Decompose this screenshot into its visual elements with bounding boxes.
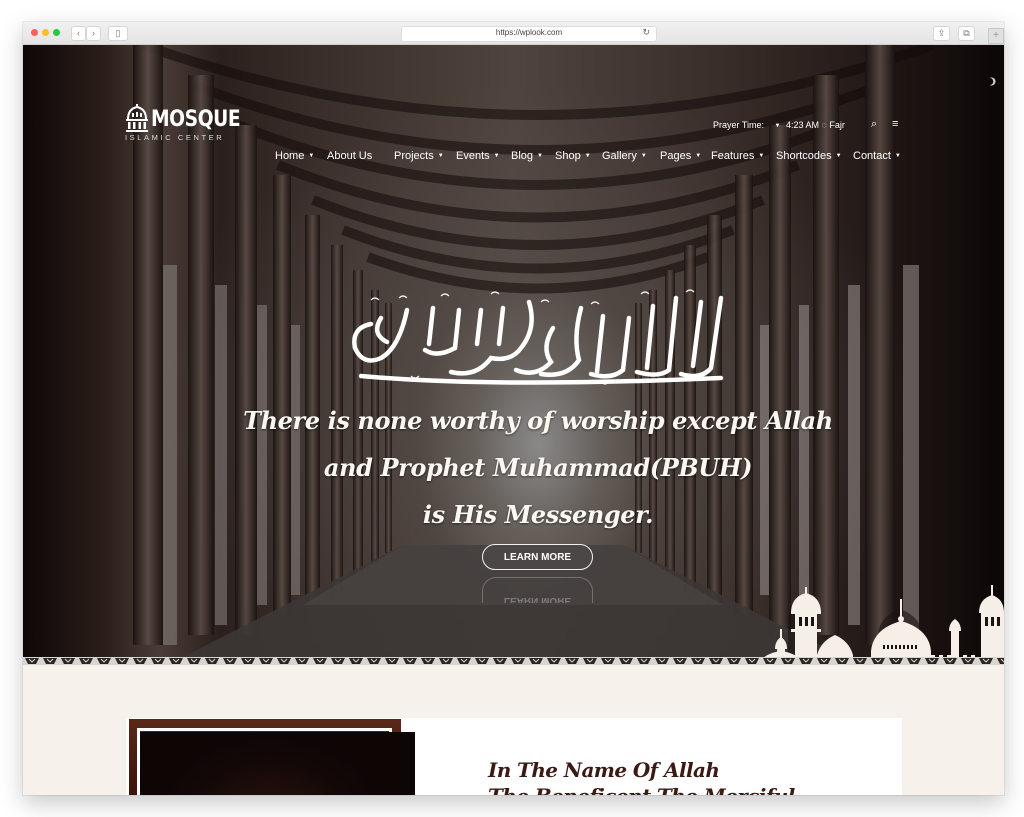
nav-item-pages[interactable]: Pages ▼: [660, 150, 701, 162]
nav-label: Pages: [660, 150, 692, 162]
url-text[interactable]: https://wplook.com: [402, 28, 656, 37]
prayer-time-label: Prayer Time:: [713, 120, 765, 130]
close-window-button[interactable]: [31, 29, 38, 36]
chevron-down-icon: ▼: [537, 153, 543, 159]
chevron-down-icon: ▼: [437, 153, 444, 159]
mosque-logo-icon: [126, 104, 148, 132]
nav-label: Events: [456, 150, 490, 162]
nav-label: Projects: [394, 150, 434, 162]
hero-section: MOSQUE ISLAMIC CENTER Prayer Time: ▼ 4:2…: [23, 45, 1004, 657]
nav-item-home[interactable]: Home ▼: [275, 150, 314, 162]
nav-label: Shop: [555, 150, 581, 162]
hero-line-1: There is none worthy of worship except A…: [243, 406, 833, 435]
mosque-silhouette-decoration: [764, 585, 1004, 657]
browser-titlebar: ‹ › ▯ https://wplook.com ↻ ⇪ ⧉ +: [23, 22, 1004, 45]
nav-label: Contact: [853, 150, 891, 162]
address-bar[interactable]: https://wplook.com ↻: [401, 26, 657, 42]
intro-image: [140, 732, 415, 795]
nav-label: About Us: [327, 150, 373, 162]
nav-label: Gallery: [602, 150, 637, 162]
learn-more-button[interactable]: LEARN MORE: [482, 544, 593, 570]
intro-title: In The Name Of Allah: [488, 758, 720, 782]
nav-label: Features: [711, 150, 755, 162]
chevron-down-icon: ▼: [835, 153, 842, 159]
hamburger-menu-icon[interactable]: ≡: [892, 118, 898, 130]
nav-item-about-us[interactable]: About Us: [327, 150, 372, 162]
logo-tagline: ISLAMIC CENTER: [125, 133, 225, 142]
decorative-border: [23, 657, 1004, 665]
prayer-time-widget[interactable]: Prayer Time: ▼ 4:23 AM ◌ Fajr: [713, 120, 845, 130]
nav-item-contact[interactable]: Contact ▼: [853, 150, 901, 162]
reload-icon[interactable]: ↻: [642, 27, 650, 38]
minimize-window-button[interactable]: [42, 29, 49, 36]
browser-window: ‹ › ▯ https://wplook.com ↻ ⇪ ⧉ + MOSQUE …: [23, 22, 1004, 795]
chevron-down-icon: ▼: [640, 153, 647, 159]
shahada-calligraphy: [352, 289, 724, 385]
nav-item-events[interactable]: Events ▼: [456, 150, 500, 162]
chevron-down-icon: ▼: [695, 153, 702, 159]
hero-line-2: and Prophet Muhammad(PBUH): [323, 453, 753, 482]
maximize-window-button[interactable]: [53, 29, 60, 36]
hero-line-3: is His Messenger.: [422, 500, 654, 529]
chevron-down-icon: ▼: [584, 153, 591, 159]
share-icon[interactable]: ⇪: [933, 26, 950, 41]
chevron-down-icon: ▼: [894, 153, 901, 159]
chevron-down-icon: ▼: [758, 153, 765, 159]
clock-icon: ◌: [821, 120, 827, 130]
chevron-left-icon[interactable]: ‹: [71, 26, 86, 41]
hero-heading: There is none worthy of worship except A…: [223, 397, 853, 538]
nav-item-shop[interactable]: Shop ▼: [555, 150, 591, 162]
nav-item-features[interactable]: Features ▼: [711, 150, 764, 162]
prayer-name: Fajr: [829, 120, 845, 130]
logo-name: MOSQUE: [151, 107, 241, 132]
chevron-right-icon[interactable]: ›: [86, 26, 101, 41]
prayer-time-value: 4:23 AM: [786, 120, 820, 130]
tabs-icon[interactable]: ⧉: [958, 26, 975, 41]
nav-label: Blog: [511, 150, 534, 162]
nav-item-gallery[interactable]: Gallery ▼: [602, 150, 647, 162]
nav-item-blog[interactable]: Blog ▼: [511, 150, 543, 162]
nav-item-projects[interactable]: Projects ▼: [394, 150, 444, 162]
chevron-down-icon: ▼: [308, 153, 315, 159]
chevron-down-icon: ▼: [493, 153, 500, 159]
search-icon[interactable]: ⌕: [871, 118, 877, 131]
nav-item-shortcodes[interactable]: Shortcodes ▼: [776, 150, 842, 162]
nav-label: Shortcodes: [776, 150, 832, 162]
moon-icon[interactable]: [987, 77, 996, 86]
sidebar-icon[interactable]: ▯: [108, 26, 128, 41]
plus-icon[interactable]: +: [988, 28, 1004, 44]
intro-subtitle: The Beneficent The Merciful: [488, 784, 795, 795]
learn-more-button-reflection: LEARN MORE: [482, 577, 593, 603]
site-logo[interactable]: MOSQUE ISLAMIC CENTER: [123, 103, 241, 163]
caret-down-icon[interactable]: ▼: [775, 123, 781, 129]
nav-label: Home: [275, 150, 305, 162]
